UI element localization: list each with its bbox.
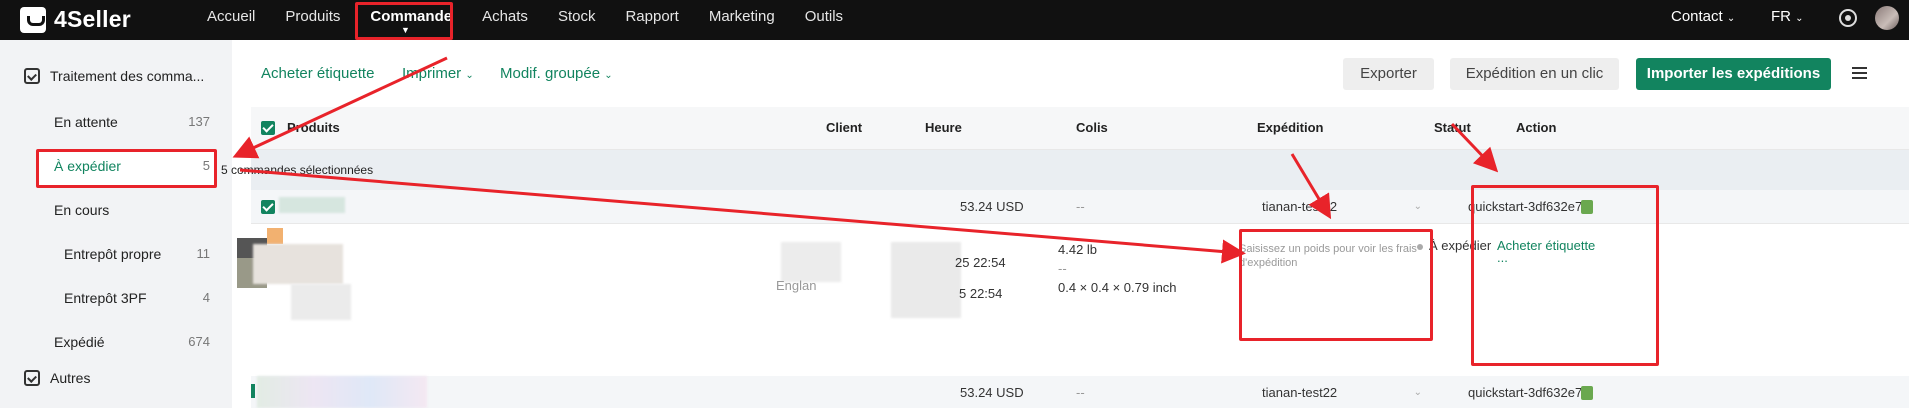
- order-summary-row[interactable]: 53.24 USD -- tianan-test22 ⌄ quickstart-…: [251, 376, 1909, 408]
- nav-stock[interactable]: Stock: [543, 0, 611, 40]
- sidebar-group-autres[interactable]: Autres: [24, 370, 90, 386]
- select-all-checkbox[interactable]: [261, 121, 275, 135]
- parcel-separator: --: [1058, 261, 1067, 276]
- sidebar-item-en-attente[interactable]: En attente 137: [54, 114, 210, 130]
- nav-produits[interactable]: Produits: [270, 0, 355, 40]
- row-checkbox[interactable]: [261, 200, 275, 214]
- brand-logo[interactable]: 4Seller: [20, 6, 131, 33]
- chevron-down-icon: ⌄: [604, 70, 613, 81]
- contact-menu[interactable]: Contact ⌄: [1671, 0, 1735, 35]
- shipping-select-value: tianan-test22: [1262, 385, 1338, 400]
- store-name: quickstart-3df632e7: [1468, 385, 1583, 400]
- settings-gear-icon[interactable]: [1839, 9, 1857, 27]
- sidebar-item-entrepot-3pf[interactable]: Entrepôt 3PF 4: [64, 290, 210, 306]
- sidebar-item-count: 5: [202, 158, 210, 173]
- shipping-select[interactable]: tianan-test22 ⌄: [1254, 194, 1430, 220]
- order-price: 53.24 USD: [960, 385, 1024, 400]
- shopping-bag-icon: [20, 6, 46, 33]
- print-menu[interactable]: Imprimer ⌄: [402, 65, 474, 82]
- contact-label: Contact: [1671, 8, 1723, 25]
- parcel-dimensions: 0.4 × 0.4 × 0.79 inch: [1058, 280, 1177, 295]
- selection-bar: 5 commandes sélectionnées: [221, 150, 1909, 190]
- sidebar-item-label: Expédié: [54, 334, 105, 350]
- chevron-down-icon: ⌄: [1413, 387, 1422, 398]
- shipping-select-value: tianan-test22: [1262, 199, 1338, 214]
- sidebar-item-label: Entrepôt 3PF: [64, 290, 147, 306]
- shipping-select[interactable]: tianan-test22 ⌄: [1254, 380, 1430, 406]
- chevron-down-icon: ⌄: [1795, 13, 1804, 24]
- chevron-down-icon: ⌄: [1726, 13, 1736, 24]
- user-avatar[interactable]: [1875, 6, 1899, 30]
- nav-achats[interactable]: Achats: [467, 0, 543, 40]
- sidebar: Traitement des comma... En attente 137 À…: [0, 40, 232, 408]
- buy-label-link[interactable]: Acheter étiquette: [261, 65, 374, 82]
- bulk-edit-menu[interactable]: Modif. groupée ⌄: [500, 65, 613, 82]
- sidebar-item-label: À expédier: [54, 158, 121, 174]
- sidebar-group-label: Traitement des comma...: [50, 68, 205, 84]
- shopify-bag-icon: [1581, 386, 1593, 400]
- parcel-weight: 4.42 lb: [1058, 242, 1098, 257]
- table-header: Produits Client Heure Colis Expédition S…: [251, 107, 1909, 150]
- language-label: FR: [1771, 8, 1791, 25]
- chevron-down-icon: ⌄: [1413, 201, 1422, 212]
- header-shipping: Expédition: [1257, 120, 1324, 135]
- annotation-box-shipping: [1471, 185, 1659, 366]
- product-sku-redacted: [291, 284, 351, 320]
- selection-count-text: 5 commandes sélectionnées: [221, 163, 374, 177]
- sidebar-group-traitement[interactable]: Traitement des comma...: [24, 68, 204, 84]
- sidebar-item-count: 4: [202, 290, 210, 305]
- client-name-redacted: [781, 242, 841, 282]
- sidebar-item-count: 674: [188, 334, 210, 349]
- sidebar-item-entrepot-propre[interactable]: Entrepôt propre 11: [64, 246, 210, 262]
- header-action: Action: [1516, 120, 1557, 135]
- chevron-down-icon: ⌄: [465, 70, 474, 81]
- row-checkbox-partial[interactable]: [251, 384, 255, 398]
- header-status: Statut: [1434, 120, 1471, 135]
- language-menu[interactable]: FR ⌄: [1771, 0, 1804, 35]
- pay-time: 5 22:54: [959, 286, 1003, 301]
- product-image-pixel: [267, 228, 283, 244]
- sidebar-item-expedie[interactable]: Expédié 674: [54, 334, 210, 350]
- sidebar-group-label: Autres: [50, 370, 91, 386]
- one-click-shipping-button[interactable]: Expédition en un clic: [1450, 58, 1619, 90]
- order-parcel: --: [1076, 199, 1085, 214]
- header-parcel: Colis: [1076, 120, 1108, 135]
- nav-outils[interactable]: Outils: [790, 0, 858, 40]
- main-nav: Accueil Produits Commande Achats Stock R…: [192, 0, 858, 40]
- order-number-redacted: [257, 376, 427, 408]
- order-summary-row[interactable]: 53.24 USD -- tianan-test22 ⌄ quickstart-…: [251, 190, 1909, 224]
- top-navigation-bar: 4Seller Accueil Produits Commande Achats…: [0, 0, 1909, 40]
- sidebar-item-label: En cours: [54, 202, 110, 218]
- order-detail-row: Englan 25 22:54 5 22:54 4.42 lb -- 0.4 ×…: [237, 224, 1909, 384]
- sidebar-item-label: En attente: [54, 114, 118, 130]
- print-label: Imprimer: [402, 65, 462, 82]
- order-parcel: --: [1076, 385, 1085, 400]
- nav-rapport[interactable]: Rapport: [610, 0, 693, 40]
- clipboard-check-icon: [24, 68, 40, 84]
- nav-marketing[interactable]: Marketing: [694, 0, 790, 40]
- column-settings-icon[interactable]: [1852, 67, 1867, 79]
- import-shipments-button[interactable]: Importer les expéditions: [1636, 58, 1831, 90]
- time-redacted: [891, 242, 961, 318]
- nav-accueil[interactable]: Accueil: [192, 0, 270, 40]
- annotation-box-commande: [355, 2, 453, 40]
- sidebar-item-count: 137: [188, 114, 210, 129]
- order-price: 53.24 USD: [960, 199, 1024, 214]
- header-products: Produits: [287, 120, 340, 135]
- bulk-edit-label: Modif. groupée: [500, 65, 601, 82]
- sidebar-item-en-cours[interactable]: En cours: [54, 202, 210, 218]
- header-time: Heure: [925, 120, 962, 135]
- sidebar-item-a-expedier[interactable]: À expédier 5: [54, 158, 210, 174]
- brand-name: 4Seller: [54, 6, 131, 32]
- export-button[interactable]: Exporter: [1343, 58, 1434, 90]
- sidebar-item-label: Entrepôt propre: [64, 246, 162, 262]
- header-client: Client: [826, 120, 863, 135]
- sidebar-item-count: 11: [196, 246, 211, 261]
- order-number-redacted: [279, 197, 345, 213]
- product-info-redacted: [253, 244, 343, 284]
- client-country: Englan: [776, 278, 817, 293]
- order-time: 25 22:54: [955, 255, 1006, 270]
- annotation-box-parcel: [1239, 229, 1433, 341]
- clipboard-check-icon: [24, 370, 40, 386]
